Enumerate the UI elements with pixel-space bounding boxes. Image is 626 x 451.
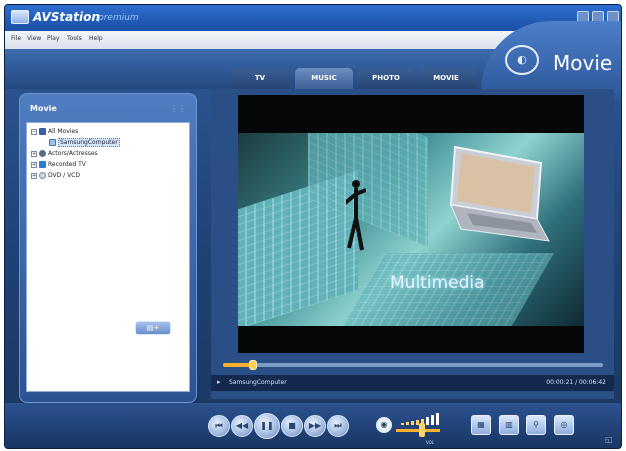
laptop-image	[449, 145, 550, 242]
volume-handle[interactable]	[419, 423, 425, 437]
player-panel: Multimedia ▸ SamsungComputer 00:00:21 / …	[211, 89, 614, 399]
add-to-library-button[interactable]: ▤+	[135, 321, 171, 335]
app-edition: premium	[98, 13, 139, 23]
tree-item-all-movies[interactable]: − All Movies	[31, 127, 78, 137]
video-caption: Multimedia	[390, 273, 485, 293]
rewind-button[interactable]: ◀◀	[231, 415, 253, 437]
expand-icon[interactable]: +	[31, 150, 37, 157]
snapshot-button[interactable]: ◎	[554, 415, 574, 435]
playlist-icon: ▦	[477, 420, 485, 429]
expand-icon[interactable]: +	[31, 161, 37, 168]
next-icon: ⏭	[334, 421, 342, 430]
film-icon	[39, 128, 46, 135]
seek-handle[interactable]	[249, 360, 258, 370]
menu-help[interactable]: Help	[89, 35, 103, 42]
library-tree: − All Movies SamsungComputer + Actors/Actr…	[26, 122, 190, 392]
menu-file[interactable]: File	[11, 35, 21, 42]
zoom-button[interactable]: ⚲	[526, 415, 546, 435]
previous-icon: ⏮	[215, 421, 223, 430]
tree-label: SamsungComputer	[58, 138, 120, 147]
previous-button[interactable]: ⏮	[208, 415, 230, 437]
add-label: +	[153, 324, 160, 332]
rewind-icon: ◀◀	[235, 421, 249, 430]
tree-item-dvd-vcd[interactable]: + DVD / VCD	[31, 171, 80, 181]
zoom-icon: ⚲	[533, 420, 539, 429]
mode-logo-icon: ◐	[505, 45, 539, 75]
menu-play[interactable]: Play	[47, 35, 60, 42]
menu-view[interactable]: View	[27, 35, 41, 42]
tree-label: All Movies	[48, 128, 79, 135]
chapters-icon: ▥	[505, 420, 513, 429]
resize-grip-icon[interactable]: ◱	[605, 435, 613, 444]
dancer-figure	[346, 180, 366, 251]
collapse-icon[interactable]: −	[31, 128, 37, 135]
volume-label: VOL	[426, 440, 435, 445]
tab-photo[interactable]: PHOTO	[357, 68, 415, 89]
now-playing-bar: ▸ SamsungComputer 00:00:21 / 00:06:42	[211, 375, 614, 391]
pause-icon: ❚❚	[260, 421, 274, 430]
chapters-button[interactable]: ▥	[499, 415, 519, 435]
control-bar: ⏮ ◀◀ ❚❚ ■ ▶▶ ⏭ ◉ VOL ▦ ▥ ⚲ ◎ ◱	[5, 403, 621, 448]
seek-bar[interactable]	[223, 360, 603, 370]
fast-forward-icon: ▶▶	[308, 421, 322, 430]
volume-slider[interactable]	[396, 429, 440, 432]
video-file-icon	[49, 139, 56, 146]
video-frame: Multimedia	[238, 133, 584, 326]
tab-movie[interactable]: MOVIE	[417, 68, 475, 89]
tree-label: Actors/Actresses	[48, 150, 98, 157]
tab-tv[interactable]: TV	[231, 68, 289, 89]
tree-item-recorded-tv[interactable]: + Recorded TV	[31, 160, 86, 170]
app-logo-icon	[11, 10, 29, 24]
disc-icon	[39, 172, 46, 179]
playback-time: 00:00:21 / 00:06:42	[546, 379, 606, 386]
expand-icon[interactable]: +	[31, 172, 37, 179]
snapshot-icon: ◎	[560, 420, 568, 429]
panel-options-icon[interactable]: ⋮⋮	[170, 104, 186, 113]
now-playing-title: SamsungComputer	[229, 379, 287, 386]
app-title: AVStation	[33, 10, 100, 24]
tab-music[interactable]: MUSIC	[295, 68, 353, 89]
tree-label: DVD / VCD	[48, 172, 80, 179]
next-button[interactable]: ⏭	[327, 415, 349, 437]
tree-label: Recorded TV	[48, 161, 86, 168]
library-title: Movie	[30, 104, 57, 113]
tree-item-actors[interactable]: + Actors/Actresses	[31, 149, 98, 159]
stop-icon: ■	[288, 421, 296, 430]
mode-title: Movie	[553, 51, 613, 75]
fast-forward-button[interactable]: ▶▶	[304, 415, 326, 437]
video-display[interactable]: Multimedia	[238, 95, 584, 353]
tree-item-samsungcomputer[interactable]: SamsungComputer	[49, 138, 120, 148]
stop-button[interactable]: ■	[281, 415, 303, 437]
volume-icon[interactable]: ◉	[376, 417, 392, 433]
library-panel: Movie ⋮⋮ − All Movies SamsungComputer + Ac…	[19, 93, 197, 403]
play-indicator-icon: ▸	[217, 378, 221, 386]
person-icon	[39, 150, 46, 157]
playlist-button[interactable]: ▦	[471, 415, 491, 435]
pause-button[interactable]: ❚❚	[254, 413, 280, 439]
app-window: AVStation premium File View Play Tools H…	[4, 4, 622, 449]
tv-icon	[39, 161, 46, 168]
menu-tools[interactable]: Tools	[67, 35, 82, 42]
